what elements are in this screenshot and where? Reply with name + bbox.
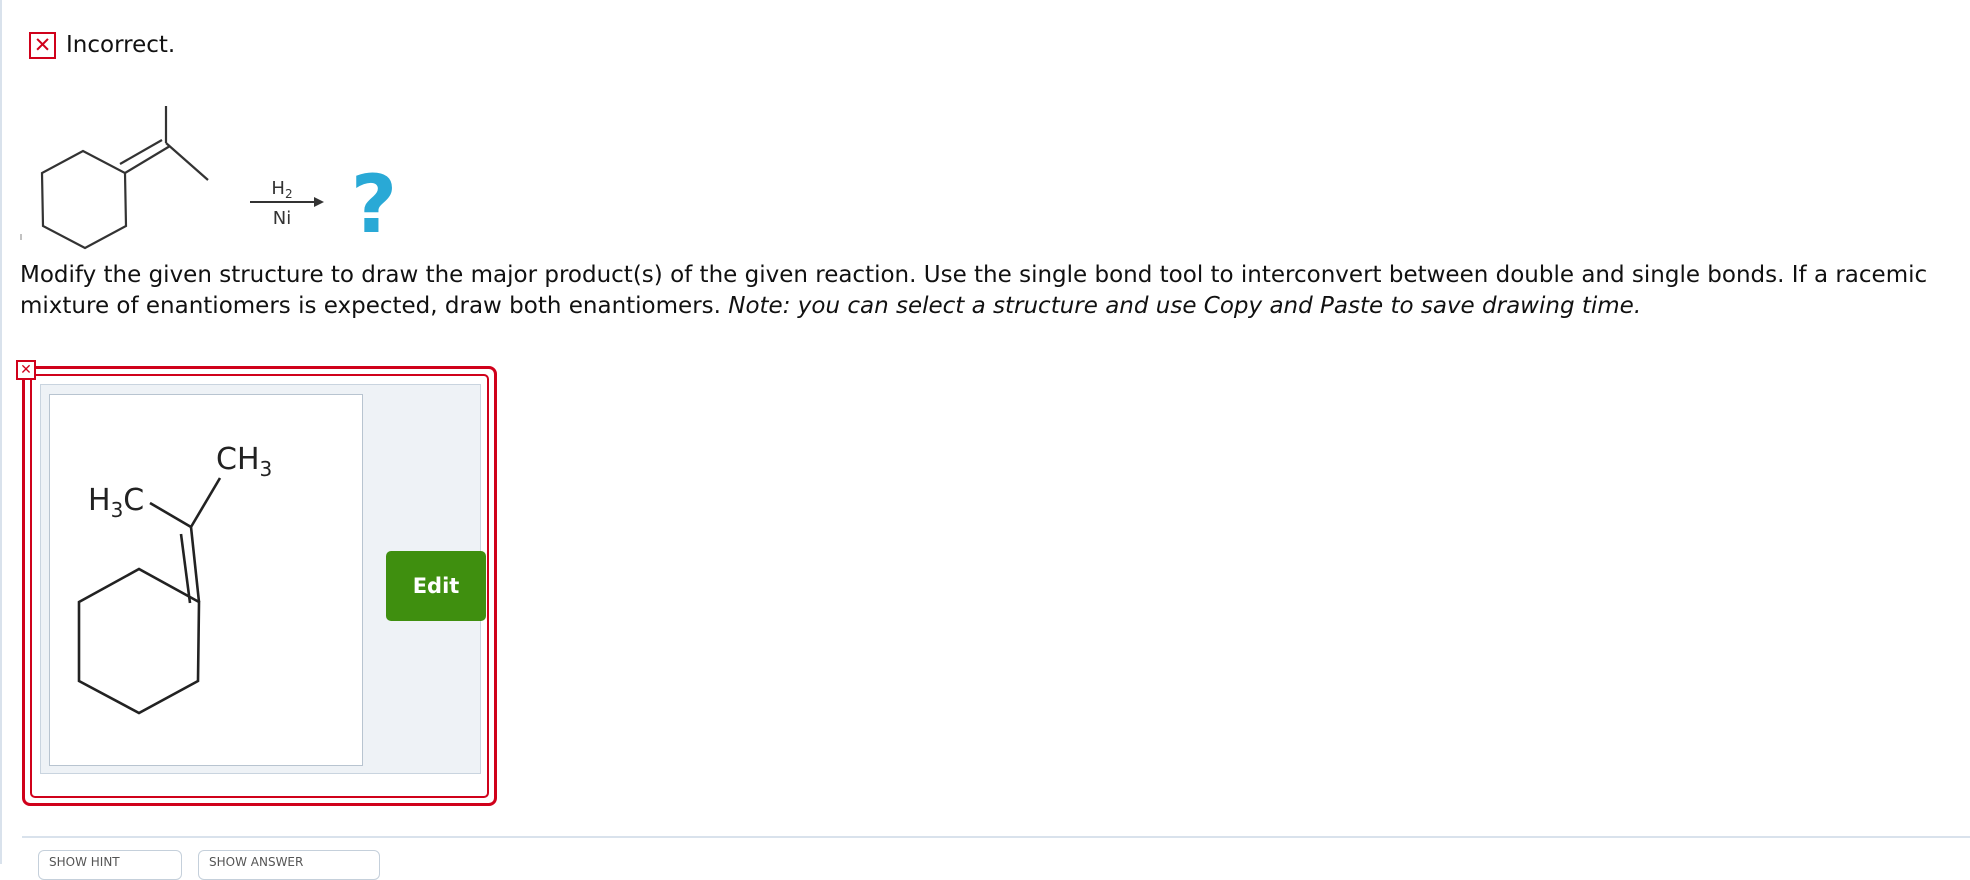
drawing-panel: H3C CH3 Edit [40, 384, 486, 774]
show-answer-button[interactable]: SHOW ANSWER [198, 850, 380, 880]
edit-button[interactable]: Edit [386, 551, 486, 621]
answer-box: H3C CH3 Edit [22, 366, 497, 806]
status-text: Incorrect. [66, 32, 176, 58]
drawn-structure: H3C CH3 [77, 442, 272, 715]
drawing-canvas[interactable]: H3C CH3 [49, 394, 363, 766]
show-hint-button[interactable]: SHOW HINT [38, 850, 182, 880]
ch3-label: CH3 [216, 442, 272, 481]
x-icon: ✕ [29, 31, 56, 59]
reagent-top-label: H2 [271, 178, 292, 201]
starting-material-structure [20, 106, 209, 250]
feedback-status: ✕ Incorrect. [29, 28, 175, 62]
answer-inner-border: H3C CH3 Edit [30, 374, 489, 798]
reagent-bottom-label: Ni [273, 208, 291, 229]
reaction-scheme: H2 Ni ? [20, 106, 397, 250]
question-text: Modify the given structure to draw the m… [20, 260, 1945, 322]
answer-error-x-icon: ✕ [16, 360, 36, 380]
product-question-mark-icon: ? [351, 158, 397, 250]
left-border [0, 0, 2, 864]
bottom-divider [22, 836, 1970, 838]
question-note: Note: you can select a structure and use… [728, 293, 1642, 319]
h3c-label: H3C [88, 483, 144, 522]
